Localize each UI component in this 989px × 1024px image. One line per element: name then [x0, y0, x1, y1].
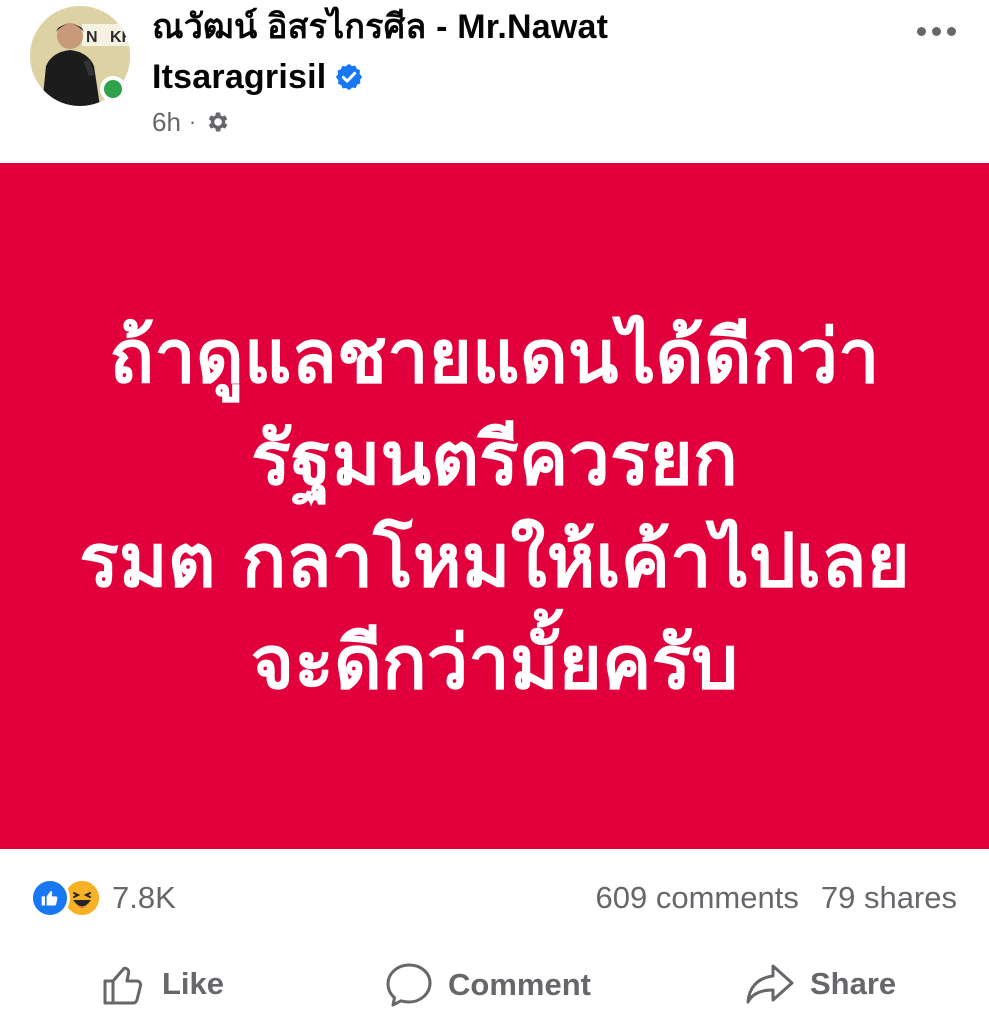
svg-text:N: N	[86, 29, 98, 46]
engagement-counts: 609 comments 79 shares	[596, 880, 957, 916]
like-icon	[103, 966, 143, 1005]
comments-count-link[interactable]: 609 comments	[596, 880, 799, 916]
reactions-summary[interactable]: 7.8K	[30, 878, 176, 918]
banner-line-3: รมต กลาโหมให้เค้าไปเลย	[79, 518, 910, 604]
post-header: N KH ณวัฒน์ อิสรไกรศีล - Mr.Nawat Itsara…	[0, 0, 989, 163]
comment-icon	[386, 963, 432, 1007]
thumbs-up-icon	[41, 891, 58, 906]
banner-line-4: จะดีกว่ามั้ยครับ	[250, 620, 739, 706]
post-stats: 7.8K 609 comments 79 shares	[0, 868, 989, 930]
more-options-button[interactable]	[908, 16, 964, 46]
facebook-post: N KH ณวัฒน์ อิสรไกรศีล - Mr.Nawat Itsara…	[0, 0, 989, 1024]
gear-icon[interactable]	[204, 109, 230, 135]
banner-line-2: รัฐมนตรีควรยก	[251, 416, 738, 502]
like-button[interactable]: Like	[100, 960, 224, 1008]
post-meta: 6h ·	[152, 104, 230, 140]
banner-text: ถ้าดูแลชายแดนได้ดีกว่า รัฐมนตรีควรยก รมต…	[79, 306, 910, 714]
share-button[interactable]: Share	[744, 960, 896, 1008]
post-image-banner[interactable]: ถ้าดูแลชายแดนได้ดีกว่า รัฐมนตรีควรยก รมต…	[0, 163, 989, 849]
share-label: Share	[810, 966, 897, 1001]
shares-count-link[interactable]: 79 shares	[821, 880, 957, 916]
more-dots-icon	[916, 26, 926, 36]
post-timestamp[interactable]: 6h	[152, 104, 181, 140]
author-name-line2-wrap: Itsaragrisil	[152, 52, 772, 102]
verified-badge-icon	[336, 63, 363, 91]
author-name-line2[interactable]: Itsaragrisil	[152, 58, 326, 96]
like-label: Like	[162, 966, 225, 1001]
post-action-bar: Like Comment Share	[0, 950, 989, 1024]
author-name[interactable]: ณวัฒน์ อิสรไกรศีล - Mr.Nawat Itsaragrisi…	[152, 2, 772, 102]
banner-line-1: ถ้าดูแลชายแดนได้ดีกว่า	[109, 314, 880, 400]
comment-button[interactable]: Comment	[384, 960, 591, 1010]
reaction-count: 7.8K	[112, 880, 176, 915]
svg-text:KH: KH	[110, 29, 130, 46]
share-icon	[746, 964, 794, 1004]
meta-separator: ·	[188, 109, 197, 134]
online-status-dot	[100, 76, 126, 102]
comment-label: Comment	[448, 967, 591, 1002]
laughing-face-icon	[65, 881, 99, 915]
more-dots-icon	[931, 26, 941, 36]
like-reaction-icon	[30, 878, 70, 918]
author-name-line1[interactable]: ณวัฒน์ อิสรไกรศีล - Mr.Nawat	[152, 2, 772, 52]
more-dots-icon	[946, 26, 956, 36]
